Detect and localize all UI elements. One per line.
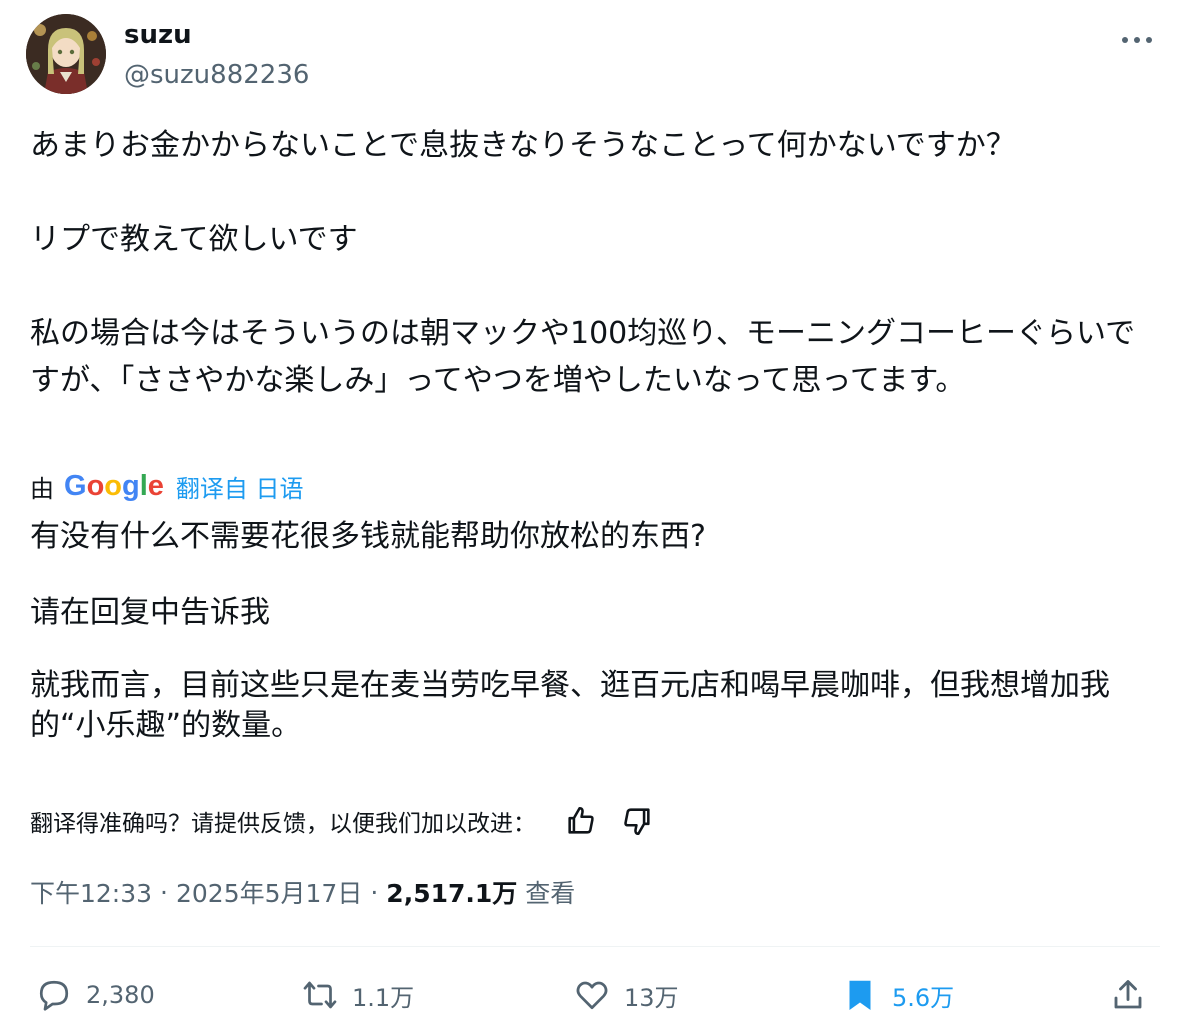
translation-attribution: 由 Google 翻译自 日语 <box>30 466 304 506</box>
divider <box>30 946 1160 947</box>
tweet-paragraph: 私の場合は今はそういうのは朝マックや100均巡り、モーニングコーヒーぐらいですが… <box>30 316 1136 398</box>
tweet-paragraph: あまりお金かからないことで息抜きなりそうなことって何かないですか？ <box>30 128 1016 163</box>
repost-button[interactable]: 1.1万 <box>302 970 414 1020</box>
feedback-prompt: 翻译得准确吗？请提供反馈，以便我们加以改进： <box>30 811 536 837</box>
like-button[interactable]: 13万 <box>574 970 679 1020</box>
translation-paragraph: 就我而言，目前这些只是在麦当劳吃早餐、逛百元店和喝早晨咖啡，但我想增加我的“小乐… <box>30 668 1110 743</box>
translation-paragraph: 有没有什么不需要花很多钱就能帮助你放松的东西? <box>30 519 706 554</box>
translation-text: 有没有什么不需要花很多钱就能帮助你放松的东西? 请在回复中告诉我 就我而言，目前… <box>30 514 1160 746</box>
tweet-meta: 下午12:33 · 2025年5月17日 · 2,517.1万 查看 <box>30 872 575 912</box>
more-options-icon[interactable] <box>1120 30 1154 50</box>
tweet-text: あまりお金かからないことで息抜きなりそうなことって何かないですか？ リプで教えて… <box>30 122 1160 404</box>
translation-feedback: 翻译得准确吗？请提供反馈，以便我们加以改进： <box>30 800 654 842</box>
views-count: 2,517.1万 <box>386 879 518 908</box>
reply-count: 2,380 <box>86 981 155 1009</box>
translated-from-link[interactable]: 翻译自 日语 <box>176 469 304 504</box>
like-count: 13万 <box>624 983 679 1012</box>
translated-by-label: 由 <box>30 474 54 503</box>
bookmark-filled-icon <box>849 980 871 1010</box>
thumbs-up-icon[interactable] <box>564 804 598 838</box>
share-button[interactable] <box>1110 970 1160 1020</box>
avatar[interactable] <box>26 14 106 94</box>
action-bar: 2,380 1.1万 13万 5.6万 <box>30 970 1160 1020</box>
repost-icon <box>303 981 337 1009</box>
views-label: 查看 <box>525 879 576 908</box>
heart-icon <box>576 981 608 1010</box>
tweet-header: suzu @suzu882236 <box>26 14 1166 98</box>
thumbs-down-icon[interactable] <box>620 804 654 838</box>
avatar-image <box>26 14 106 94</box>
translation-paragraph: 请在回复中告诉我 <box>30 595 270 630</box>
author-handle[interactable]: @suzu882236 <box>124 60 309 90</box>
share-icon <box>1114 980 1142 1009</box>
tweet-time[interactable]: 下午12:33 <box>30 874 152 910</box>
reply-icon <box>39 980 69 1011</box>
bookmark-button[interactable]: 5.6万 <box>842 970 954 1020</box>
author-name[interactable]: suzu <box>124 20 192 50</box>
reply-button[interactable]: 2,380 <box>36 970 155 1020</box>
repost-count: 1.1万 <box>352 983 415 1012</box>
separator: · <box>370 877 379 907</box>
tweet-date[interactable]: 2025年5月17日 <box>176 874 362 910</box>
google-logo: Google <box>64 469 164 502</box>
separator: · <box>160 877 168 907</box>
bookmark-count: 5.6万 <box>892 983 955 1012</box>
tweet-paragraph: リプで教えて欲しいです <box>30 222 358 257</box>
